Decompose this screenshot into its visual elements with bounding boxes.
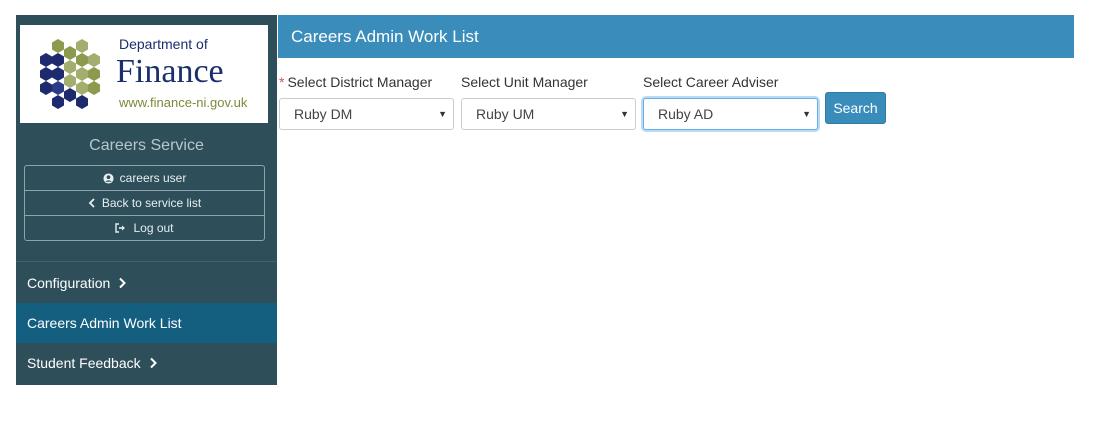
career-adviser-value: Ruby AD: [658, 106, 714, 122]
unit-manager-select[interactable]: Ruby UM ▼: [461, 98, 636, 130]
log-out-link[interactable]: Log out: [25, 216, 264, 240]
log-out-label: Log out: [133, 221, 174, 235]
chevron-right-icon: [149, 357, 157, 369]
nav-item-label: Configuration: [27, 275, 111, 291]
username-label: careers user: [119, 171, 187, 185]
district-manager-label-text: Select District Manager: [287, 74, 433, 90]
search-button[interactable]: Search: [825, 92, 886, 124]
district-manager-value: Ruby DM: [294, 106, 353, 122]
user-menu: careers user Back to service list Log ou…: [24, 165, 265, 241]
nav-item-configuration[interactable]: Configuration: [16, 263, 277, 303]
nav-item-label: Careers Admin Work List: [27, 315, 182, 331]
back-to-service-list-link[interactable]: Back to service list: [25, 191, 264, 216]
chevron-left-icon: [88, 198, 95, 208]
department-of-finance-logo[interactable]: Department of Finance www.finance-ni.gov…: [20, 25, 268, 123]
sidebar: Department of Finance www.finance-ni.gov…: [16, 15, 277, 385]
logo-department-text: Department of: [119, 36, 208, 52]
nav-item-label: Student Feedback: [27, 355, 141, 371]
chevron-right-icon: [119, 277, 127, 289]
career-adviser-label: Select Career Adviser: [643, 74, 779, 90]
district-manager-label: * Select District Manager: [279, 74, 432, 90]
required-asterisk: *: [279, 74, 285, 90]
sign-out-icon: [115, 223, 126, 233]
unit-manager-value: Ruby UM: [476, 106, 535, 122]
dropdown-caret-icon: ▼: [802, 109, 811, 119]
user-profile-link[interactable]: careers user: [25, 166, 264, 191]
page-title: Careers Admin Work List: [291, 27, 479, 46]
nav-divider: [16, 261, 277, 262]
career-adviser-select[interactable]: Ruby AD ▼: [643, 98, 818, 130]
district-manager-select[interactable]: Ruby DM ▼: [279, 98, 454, 130]
hexagon-cluster-icon: [40, 39, 100, 109]
user-circle-icon: [103, 172, 114, 184]
dropdown-caret-icon: ▼: [438, 109, 447, 119]
service-name: Careers Service: [89, 137, 204, 154]
unit-manager-label: Select Unit Manager: [461, 74, 588, 90]
logo-finance-text: Finance: [116, 53, 224, 90]
nav-item-student-feedback[interactable]: Student Feedback: [16, 343, 277, 383]
nav-item-careers-admin-work-list[interactable]: Careers Admin Work List: [16, 303, 277, 343]
back-to-service-list-label: Back to service list: [101, 196, 202, 210]
page-title-bar: Careers Admin Work List: [278, 15, 1074, 58]
logo-url-text: www.finance-ni.gov.uk: [119, 95, 248, 110]
dropdown-caret-icon: ▼: [620, 109, 629, 119]
